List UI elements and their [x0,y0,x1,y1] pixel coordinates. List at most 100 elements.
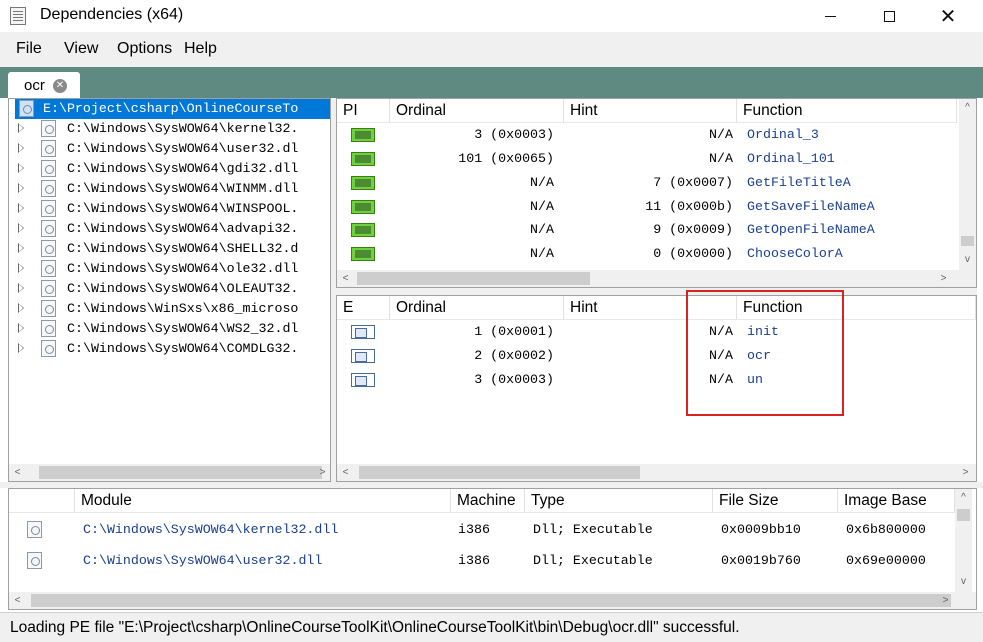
col-header-module[interactable]: Module [75,489,451,513]
scroll-thumb[interactable] [961,236,974,246]
function-cell: ChooseColorA [747,246,843,261]
close-icon: ✕ [939,5,957,28]
exports-grid[interactable]: E Ordinal Hint Function 1 (0x0001) N/A i… [336,295,977,482]
scroll-thumb[interactable] [357,272,590,285]
col-header-image-base[interactable]: Image Base [838,489,955,513]
tree-item[interactable]: C:\Windows\SysWOW64\ole32.dll [9,259,330,279]
module-icon [19,100,34,117]
menu-file[interactable]: File [16,40,42,58]
expand-arrow-icon[interactable] [18,263,25,273]
scroll-thumb[interactable] [39,466,322,479]
col-header-type[interactable]: Type [525,489,713,513]
module-icon [41,240,56,257]
annotation-highlight [686,290,844,416]
scroll-down-icon[interactable]: v [959,251,976,268]
tree-item[interactable]: C:\Windows\SysWOW64\user32.dl [9,139,330,159]
function-cell: GetOpenFileNameA [747,222,875,237]
module-cell: C:\Windows\SysWOW64\user32.dll [83,553,323,568]
tree-item[interactable]: C:\Windows\WinSxs\x86_microso [9,299,330,319]
tree-item[interactable]: C:\Windows\SysWOW64\WINMM.dll [9,179,330,199]
module-icon [41,160,56,177]
module-icon [41,140,56,157]
expand-arrow-icon[interactable] [18,243,25,253]
ordinal-cell: 1 (0x0001) [474,324,554,339]
expand-arrow-icon[interactable] [18,303,25,313]
hint-cell: 0 (0x0000) [653,246,733,261]
expand-arrow-icon[interactable] [18,183,25,193]
col-header-pi[interactable]: PI [337,99,390,123]
expand-arrow-icon[interactable] [18,143,25,153]
scroll-left-icon[interactable]: < [337,464,354,481]
minimize-button[interactable] [807,0,853,32]
col-header-function[interactable]: Function [737,99,957,123]
scroll-left-icon[interactable]: < [9,592,26,609]
tree-item-root[interactable]: E:\Project\csharp\OnlineCourseTo [15,99,330,119]
imports-hscrollbar[interactable]: < > [337,270,976,287]
expand-arrow-icon[interactable] [18,283,25,293]
ordinal-cell: 3 (0x0003) [474,127,554,142]
status-text: Loading PE file "E:\Project\csharp\Onlin… [10,619,740,636]
module-tree[interactable]: E:\Project\csharp\OnlineCourseTo C:\Wind… [8,98,331,482]
tree-item[interactable]: C:\Windows\SysWOW64\WS2_32.dl [9,319,330,339]
tree-item[interactable]: C:\Windows\SysWOW64\gdi32.dll [9,159,330,179]
tree-item[interactable]: C:\Windows\SysWOW64\SHELL32.d [9,239,330,259]
tree-item[interactable]: C:\Windows\SysWOW64\advapi32. [9,219,330,239]
col-header-ordinal[interactable]: Ordinal [390,99,564,123]
app-icon [10,7,26,25]
menu-options[interactable]: Options [117,40,172,58]
scroll-right-icon[interactable]: > [937,592,954,609]
menu-help[interactable]: Help [184,40,217,58]
col-header-ordinal[interactable]: Ordinal [390,296,564,320]
tree-item[interactable]: C:\Windows\SysWOW64\OLEAUT32. [9,279,330,299]
machine-cell: i386 [458,522,490,537]
expand-arrow-icon[interactable] [18,223,25,233]
col-header-e[interactable]: E [337,296,390,320]
module-cell: C:\Windows\SysWOW64\kernel32.dll [83,522,339,537]
tree-item-label: C:\Windows\SysWOW64\SHELL32.d [67,241,299,256]
tree-item-label: C:\Windows\SysWOW64\WINSPOOL. [67,201,299,216]
expand-arrow-icon[interactable] [18,123,25,133]
tab-close-icon[interactable]: ✕ [53,79,67,93]
tab-ocr[interactable]: ocr ✕ [8,72,80,98]
tree-hscrollbar[interactable]: < > [9,464,330,481]
tree-item[interactable]: C:\Windows\SysWOW64\WINSPOOL. [9,199,330,219]
scroll-right-icon[interactable]: > [957,464,974,481]
maximize-button[interactable] [866,0,912,32]
expand-arrow-icon[interactable] [18,323,25,333]
tree-item-label: C:\Windows\SysWOW64\advapi32. [67,221,299,236]
modules-vscrollbar[interactable]: ^ v [955,489,972,592]
tree-item[interactable]: C:\Windows\SysWOW64\COMDLG32. [9,339,330,359]
close-button[interactable]: ✕ [925,0,971,32]
module-icon [41,300,56,317]
scroll-down-icon[interactable]: v [955,573,972,590]
scroll-thumb[interactable] [359,466,640,479]
scroll-up-icon[interactable]: ^ [959,99,976,116]
col-header-hint[interactable]: Hint [564,99,737,123]
horizontal-splitter[interactable] [336,288,977,295]
expand-arrow-icon[interactable] [18,163,25,173]
scroll-left-icon[interactable]: < [9,464,26,481]
scroll-thumb[interactable] [957,509,970,521]
module-icon [27,521,42,538]
modules-grid[interactable]: Module Machine Type File Size Image Base… [8,488,977,610]
col-header-machine[interactable]: Machine [451,489,525,513]
scroll-right-icon[interactable]: > [314,464,330,481]
tree-item[interactable]: C:\Windows\SysWOW64\kernel32. [9,119,330,139]
scroll-up-icon[interactable]: ^ [955,489,972,506]
expand-arrow-icon[interactable] [18,343,25,353]
scroll-thumb[interactable] [31,594,951,607]
col-header-icon[interactable] [9,489,75,513]
scroll-left-icon[interactable]: < [337,270,354,287]
modules-hscrollbar[interactable]: < > [9,592,976,609]
expand-arrow-icon[interactable] [18,203,25,213]
imports-grid[interactable]: PI Ordinal Hint Function 3 (0x0003) N/A … [336,98,977,288]
export-function-icon [351,373,375,387]
scroll-right-icon[interactable]: > [935,270,952,287]
exports-hscrollbar[interactable]: < > [337,464,976,481]
ordinal-cell: 2 (0x0002) [474,348,554,363]
imports-vscrollbar[interactable]: ^ v [959,99,976,270]
tree-item-label: C:\Windows\SysWOW64\OLEAUT32. [67,281,299,296]
col-header-file-size[interactable]: File Size [713,489,838,513]
tab-label: ocr [24,77,45,94]
menu-view[interactable]: View [64,40,98,58]
